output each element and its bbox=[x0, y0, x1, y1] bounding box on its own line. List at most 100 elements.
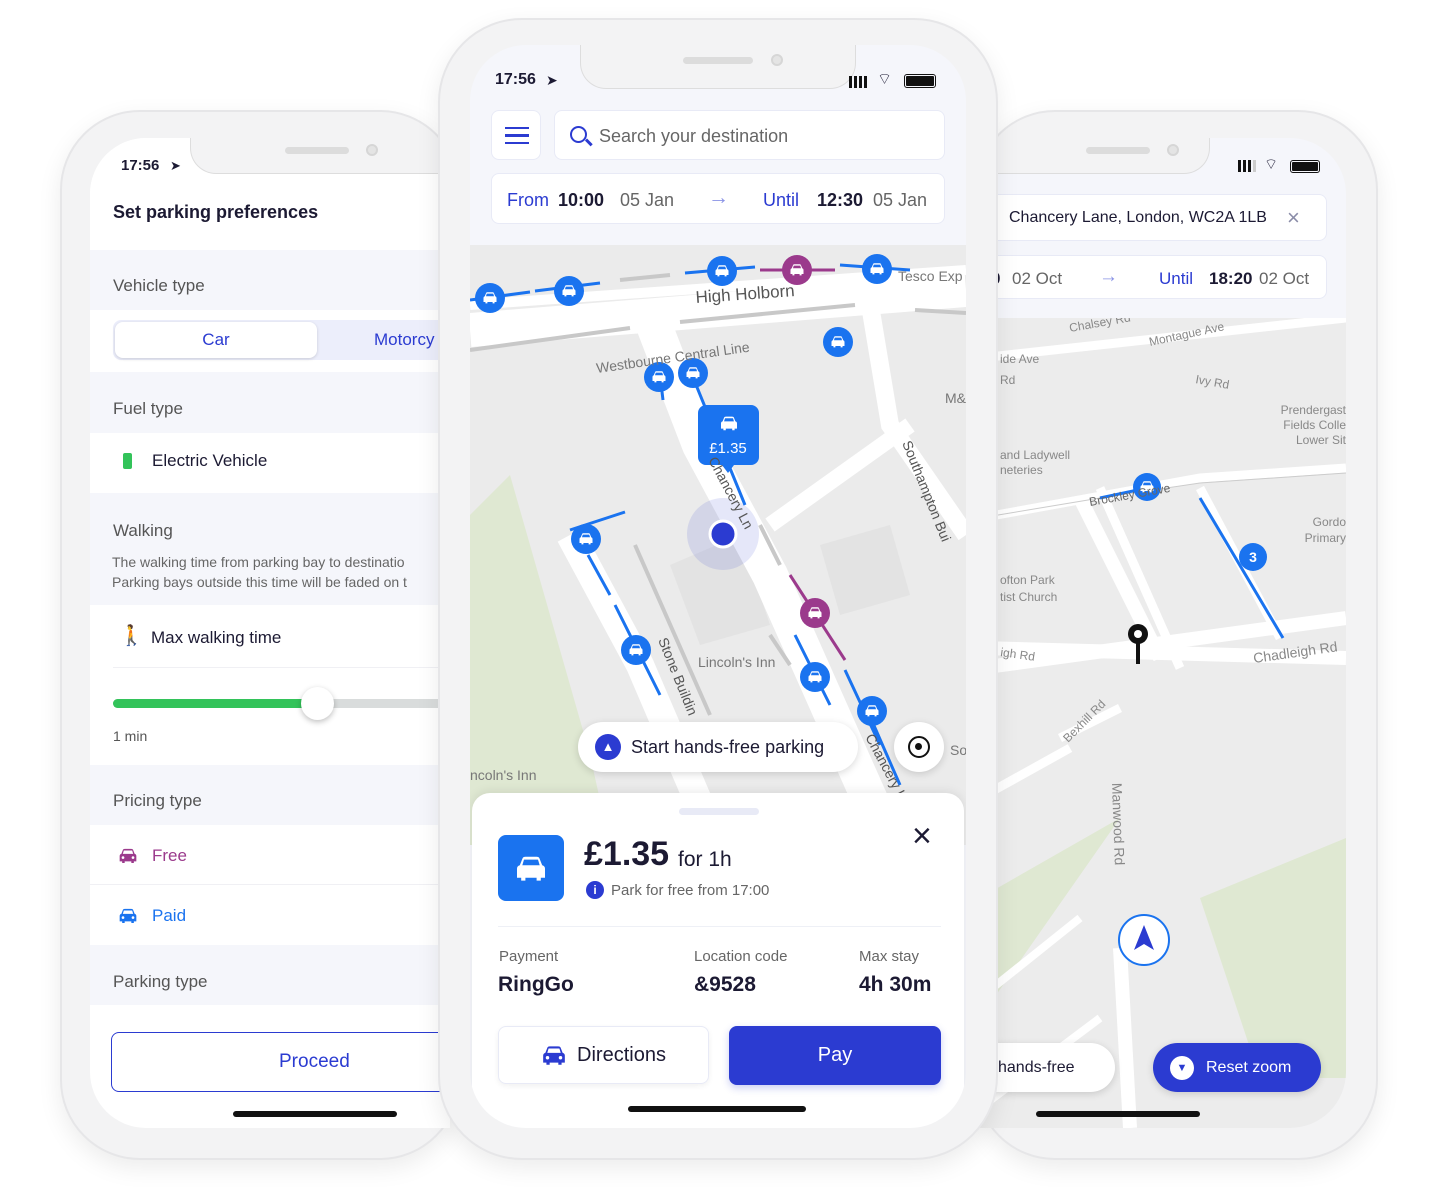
page-title: Set parking preferences bbox=[113, 202, 319, 222]
directions-button[interactable]: Directions bbox=[498, 1026, 709, 1084]
vehicle-option-motorcycle[interactable]: Motorcy bbox=[374, 330, 434, 350]
parking-car-icon bbox=[498, 835, 564, 901]
until-label: Until bbox=[1159, 269, 1194, 288]
vehicle-type-label: Vehicle type bbox=[113, 276, 205, 295]
start-handsfree-label: Start hands-free parking bbox=[631, 736, 825, 757]
right-phone-screen: ⌔ Chancery Lane, London, WC2A 1LB × 0 02… bbox=[980, 138, 1346, 1128]
garage-parking-marker bbox=[823, 327, 853, 357]
menu-button[interactable] bbox=[491, 110, 541, 160]
location-arrow-icon: ➤ bbox=[546, 72, 558, 88]
time-range-card[interactable]: 0 02 Oct → Until 18:20 02 Oct bbox=[980, 255, 1327, 299]
wifi-icon: ⌔ bbox=[1264, 156, 1279, 173]
walking-slider-handle[interactable] bbox=[301, 687, 334, 720]
paid-parking-marker bbox=[571, 524, 601, 554]
wifi-icon: ⌔ bbox=[877, 71, 893, 88]
battery-status-icon bbox=[1290, 160, 1320, 173]
clear-icon[interactable]: × bbox=[1287, 205, 1300, 231]
search-input[interactable]: Search your destination bbox=[554, 110, 945, 160]
paid-parking-marker bbox=[621, 635, 651, 665]
signal-icon bbox=[1238, 160, 1256, 172]
from-time: 10:00 bbox=[558, 190, 605, 210]
pricing-type-label: Pricing type bbox=[113, 791, 202, 810]
left-phone-screen: 17:56 ➤ Set parking preferences Vehicle … bbox=[90, 138, 450, 1128]
address-field[interactable]: Chancery Lane, London, WC2A 1LB × bbox=[980, 194, 1327, 241]
status-time: 17:56 bbox=[495, 71, 536, 88]
price-pin-label: £1.35 bbox=[709, 440, 747, 457]
until-time: 12:30 bbox=[817, 190, 864, 210]
map-label: Lower Sit bbox=[1296, 433, 1346, 447]
search-icon bbox=[570, 126, 593, 146]
signal-icon bbox=[849, 76, 869, 88]
sheet-duration: for 1h bbox=[678, 848, 732, 871]
map-label: Prendergast bbox=[1281, 403, 1346, 417]
map-label: Fields Colle bbox=[1283, 418, 1346, 432]
car-icon bbox=[541, 1044, 567, 1066]
pricing-option-paid[interactable]: Paid bbox=[90, 885, 450, 945]
cluster-count[interactable]: 3 bbox=[1249, 549, 1257, 565]
vehicle-option-car[interactable]: Car bbox=[115, 322, 317, 358]
car-icon bbox=[118, 907, 138, 924]
from-date: 02 Oct bbox=[1012, 269, 1063, 288]
until-label: Until bbox=[763, 190, 800, 210]
battery-status-icon bbox=[904, 74, 936, 88]
arrow-right-icon: → bbox=[1099, 266, 1118, 287]
location-code-label: Location code bbox=[694, 948, 788, 965]
locate-me-button[interactable] bbox=[894, 722, 944, 772]
parking-type-label: Parking type bbox=[113, 972, 208, 991]
pricing-paid-label: Paid bbox=[152, 906, 187, 925]
location-code-value: &9528 bbox=[694, 973, 756, 996]
sheet-info: Park for free from 17:00 bbox=[611, 882, 770, 899]
until-time: 18:20 bbox=[1209, 269, 1253, 288]
paid-parking-marker bbox=[707, 256, 737, 286]
walking-person-icon: 🚶 bbox=[119, 625, 144, 647]
start-handsfree-button-partial[interactable]: hands-free bbox=[980, 1043, 1115, 1092]
max-stay-value: 4h 30m bbox=[859, 973, 932, 996]
until-date: 05 Jan bbox=[873, 190, 928, 210]
car-icon bbox=[118, 847, 138, 864]
paid-parking-marker bbox=[862, 254, 892, 284]
pricing-option-free[interactable]: Free bbox=[90, 825, 450, 885]
map-label: neteries bbox=[1000, 463, 1043, 477]
navigation-arrow-icon: ▲ bbox=[595, 734, 621, 760]
walking-label: Walking bbox=[113, 521, 173, 540]
slider-value-label: 1 min bbox=[113, 728, 148, 744]
arrow-right-icon: → bbox=[708, 186, 729, 209]
time-range-card[interactable]: From 10:00 05 Jan → Until 12:30 05 Jan bbox=[491, 173, 945, 224]
map-label: Tesco Exp bbox=[898, 268, 963, 284]
fuel-type-label: Fuel type bbox=[113, 399, 183, 418]
walking-description: The walking time from parking bay to des… bbox=[112, 554, 405, 570]
paid-parking-marker bbox=[554, 276, 584, 306]
start-handsfree-button[interactable]: ▲ Start hands-free parking bbox=[578, 722, 858, 772]
fuel-option-electric[interactable]: Electric Vehicle bbox=[90, 433, 450, 493]
map-label: Gordo bbox=[1313, 515, 1346, 529]
reset-zoom-button[interactable]: ▼ Reset zoom bbox=[1153, 1043, 1321, 1092]
info-icon: i bbox=[586, 881, 604, 899]
sheet-drag-handle[interactable] bbox=[679, 808, 759, 815]
map-label: M& bbox=[945, 390, 966, 406]
paid-parking-marker bbox=[475, 283, 505, 313]
payment-value: RingGo bbox=[498, 973, 574, 996]
paid-parking-marker bbox=[857, 696, 887, 726]
proceed-button[interactable]: Proceed bbox=[111, 1032, 450, 1092]
from-date: 05 Jan bbox=[620, 190, 675, 210]
close-icon[interactable]: × bbox=[912, 819, 932, 853]
paid-parking-marker bbox=[800, 662, 830, 692]
handsfree-label: hands-free bbox=[998, 1058, 1075, 1076]
map-label: Rd bbox=[1000, 373, 1015, 387]
map-label: tist Church bbox=[1000, 590, 1057, 604]
free-parking-marker bbox=[782, 255, 812, 285]
max-walking-label: Max walking time bbox=[151, 628, 282, 647]
pay-button[interactable]: Pay bbox=[729, 1026, 941, 1085]
map-label: Lincoln's Inn bbox=[698, 654, 775, 670]
location-arrow-icon: ➤ bbox=[170, 158, 181, 173]
menu-icon bbox=[505, 127, 529, 144]
pricing-free-label: Free bbox=[152, 846, 187, 865]
parking-detail-sheet: × £1.35 for 1h i Park for free from 17:0… bbox=[472, 793, 964, 1128]
map-label: Primary bbox=[1305, 531, 1346, 545]
reset-zoom-label: Reset zoom bbox=[1206, 1058, 1292, 1076]
fuel-option-label: Electric Vehicle bbox=[152, 451, 268, 470]
map-label: and Ladywell bbox=[1000, 448, 1070, 462]
payment-label: Payment bbox=[499, 948, 559, 965]
right-map[interactable]: 3 Chalsey Rd Montague Ave ide Ave Rd Ivy… bbox=[980, 318, 1346, 1128]
status-time: 17:56 bbox=[121, 157, 160, 174]
